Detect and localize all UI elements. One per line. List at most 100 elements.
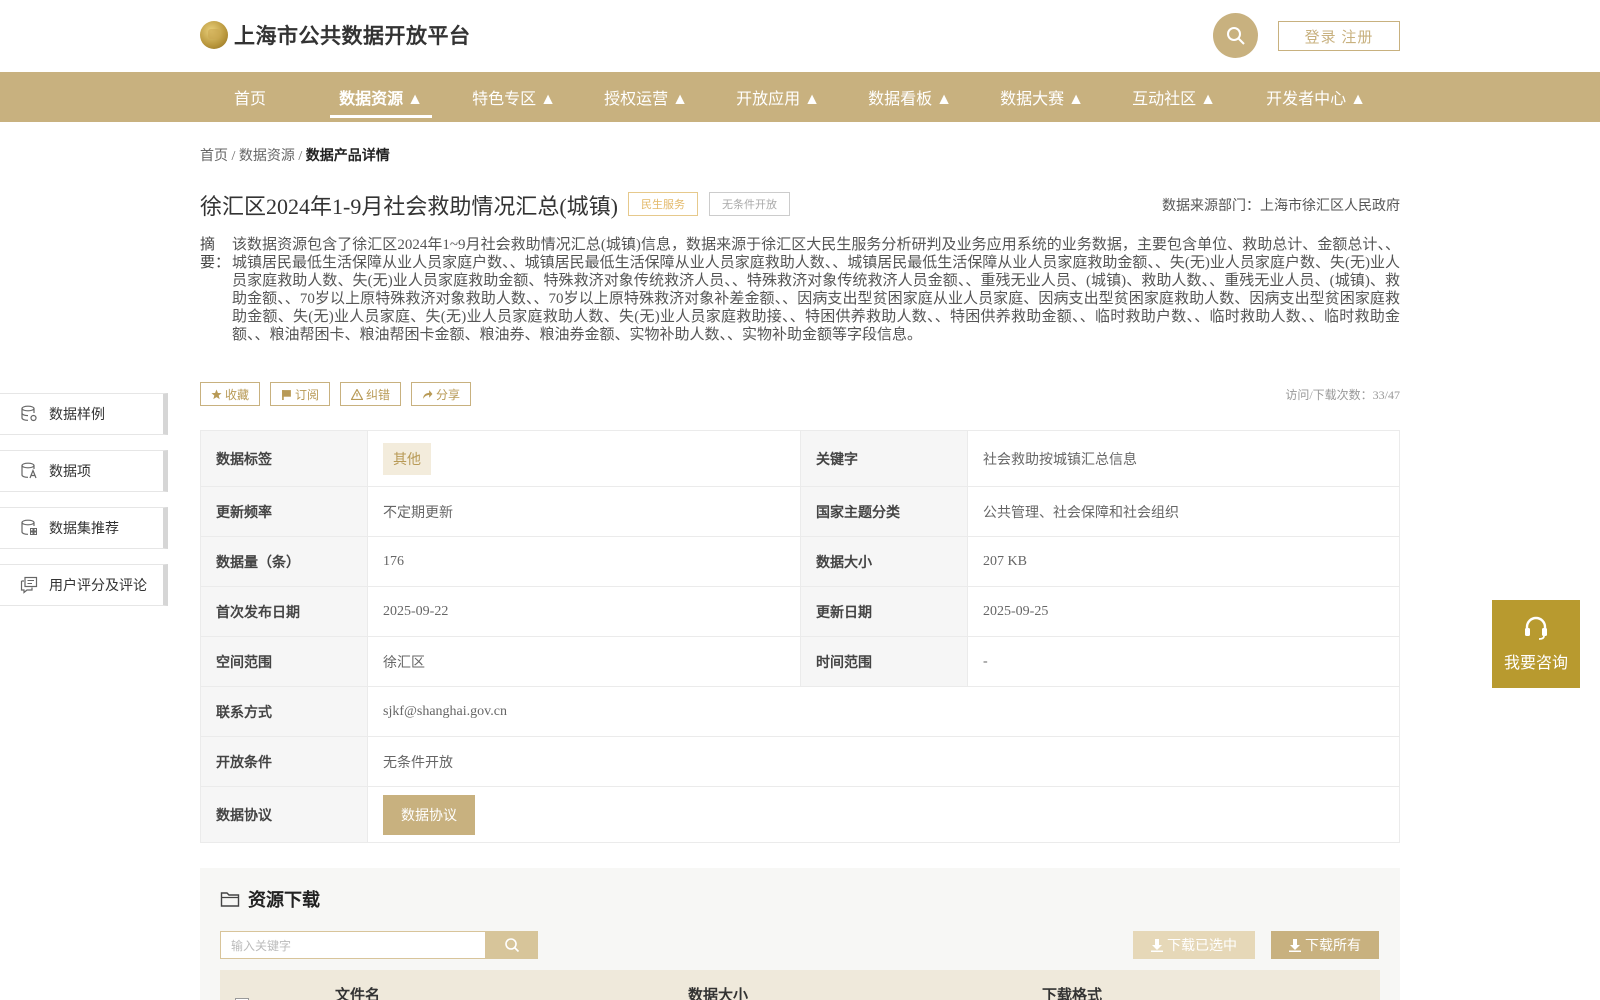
info-key: 更新日期 <box>800 586 968 637</box>
download-selected-label: 下载已选中 <box>1167 939 1237 954</box>
download-selected-button[interactable]: 下载已选中 <box>1133 931 1255 959</box>
table-row: 更新频率 不定期更新 国家主题分类 公共管理、社会保障和社会组织 <box>200 486 1400 537</box>
table-row: 数据量（条） 176 数据大小 207 KB <box>200 536 1400 587</box>
main-nav: 首页 数据资源 ▲ 特色专区 ▲ 授权运营 ▲ 开放应用 ▲ 数据看板 ▲ 数据… <box>0 72 1600 122</box>
site-logo[interactable]: 上海市公共数据开放平台 <box>200 20 471 50</box>
folder-icon <box>220 892 240 907</box>
keyword-search-input[interactable]: 输入关键字 <box>220 931 486 959</box>
download-icon <box>1289 938 1301 952</box>
nav-home[interactable]: 首页 <box>220 72 280 122</box>
side-item-data-fields[interactable]: 数据项 <box>0 450 168 492</box>
download-all-label: 下载所有 <box>1305 939 1361 954</box>
table-row: 首次发布日期 2025-09-22 更新日期 2025-09-25 <box>200 586 1400 637</box>
table-row: 数据标签 其他 关键字 社会救助按城镇汇总信息 <box>200 430 1400 487</box>
col-format: 下载格式 <box>1042 988 1103 1000</box>
data-tag-chip[interactable]: 其他 <box>383 442 431 475</box>
download-all-button[interactable]: 下载所有 <box>1271 931 1379 959</box>
side-item-label: 数据项 <box>49 465 91 480</box>
logo-icon <box>200 21 228 49</box>
side-item-dataset-recommend[interactable]: 数据集推荐 <box>0 507 168 549</box>
action-bar: 收藏 订阅 纠错 分享 <box>200 382 472 406</box>
search-icon <box>505 938 520 953</box>
site-title: 上海市公共数据开放平台 <box>234 25 471 48</box>
col-filename: 文件名 <box>335 988 381 1000</box>
info-value: 2025-09-25 <box>967 586 1400 637</box>
info-value: 数据协议 <box>367 786 1400 843</box>
consult-button[interactable]: 我要咨询 <box>1492 600 1580 688</box>
consult-label: 我要咨询 <box>1503 655 1568 672</box>
info-value: 不定期更新 <box>367 486 801 537</box>
login-register-button[interactable]: 登录 注册 <box>1278 21 1400 51</box>
file-table-header: 全选 文件名 数据大小 下载格式 <box>220 970 1380 1000</box>
download-icon <box>1151 938 1163 952</box>
summary-text: 该数据资源包含了徐汇区2024年1~9月社会救助情况汇总(城镇)信息，数据来源于… <box>232 237 1400 343</box>
share-icon <box>423 389 433 399</box>
favorite-label: 收藏 <box>225 387 250 402</box>
breadcrumb-separator: / <box>298 149 303 164</box>
info-key: 数据大小 <box>800 536 968 587</box>
star-icon <box>211 389 222 399</box>
database-icon <box>20 405 38 423</box>
info-value: 2025-09-22 <box>367 586 801 637</box>
favorite-button[interactable]: 收藏 <box>200 382 261 406</box>
info-value: 207 KB <box>967 536 1400 587</box>
info-key: 数据量（条） <box>200 536 368 587</box>
info-key: 首次发布日期 <box>200 586 368 637</box>
side-item-rating-comments[interactable]: 用户评分及评论 <box>0 564 168 606</box>
report-label: 纠错 <box>366 387 391 402</box>
breadcrumb-current: 数据产品详情 <box>305 149 390 164</box>
side-item-label: 数据样例 <box>49 408 105 423</box>
table-row: 开放条件 无条件开放 <box>200 736 1400 787</box>
source-department: 数据来源部门：上海市徐汇区人民政府 <box>1162 199 1400 214</box>
dataset-info-table: 数据标签 其他 关键字 社会救助按城镇汇总信息 更新频率 不定期更新 国家主题分… <box>200 430 1400 843</box>
subscribe-label: 订阅 <box>295 387 320 402</box>
nav-authorized-ops[interactable]: 授权运营 ▲ <box>598 72 694 122</box>
info-key: 开放条件 <box>200 736 368 787</box>
info-value: 无条件开放 <box>367 736 1400 787</box>
info-key: 空间范围 <box>200 636 368 687</box>
info-value: 徐汇区 <box>367 636 801 687</box>
nav-developer[interactable]: 开发者中心 ▲ <box>1262 72 1370 122</box>
visit-download-count: 访问/下载次数：33/47 <box>1285 388 1400 402</box>
info-key: 关键字 <box>800 430 968 487</box>
breadcrumb-home[interactable]: 首页 <box>200 149 228 164</box>
nav-data-resources[interactable]: 数据资源 ▲ <box>330 72 432 122</box>
search-icon <box>1226 26 1245 45</box>
warning-icon <box>351 388 364 400</box>
report-error-button[interactable]: 纠错 <box>340 382 402 406</box>
headset-icon <box>1525 616 1547 640</box>
section-title-text: 资源下载 <box>248 890 320 910</box>
category-badge: 民生服务 <box>628 192 698 216</box>
side-item-label: 用户评分及评论 <box>49 579 147 594</box>
keyword-search-button[interactable] <box>486 931 538 959</box>
side-item-label: 数据集推荐 <box>49 522 119 537</box>
nav-competition[interactable]: 数据大赛 ▲ <box>994 72 1090 122</box>
share-label: 分享 <box>436 387 461 402</box>
info-key: 联系方式 <box>200 686 368 737</box>
comment-icon <box>20 576 38 594</box>
nav-open-apps[interactable]: 开放应用 ▲ <box>730 72 826 122</box>
col-size: 数据大小 <box>688 988 749 1000</box>
info-value: 公共管理、社会保障和社会组织 <box>967 486 1400 537</box>
info-key: 数据协议 <box>200 786 368 843</box>
breadcrumb-section[interactable]: 数据资源 <box>239 149 295 164</box>
subscribe-button[interactable]: 订阅 <box>270 382 331 406</box>
share-button[interactable]: 分享 <box>411 382 472 406</box>
nav-featured[interactable]: 特色专区 ▲ <box>466 72 562 122</box>
nav-community[interactable]: 互动社区 ▲ <box>1126 72 1222 122</box>
side-item-data-sample[interactable]: 数据样例 <box>0 393 168 435</box>
nav-dashboard[interactable]: 数据看板 ▲ <box>862 72 958 122</box>
table-row: 数据协议 数据协议 <box>200 786 1400 843</box>
database-grid-icon <box>20 519 38 537</box>
flag-icon <box>282 389 291 400</box>
resource-download-section: 资源下载 输入关键字 下载已选中 下载所有 全选 文件名 数据大小 下载格式 <box>200 868 1400 1000</box>
data-protocol-button[interactable]: 数据协议 <box>383 794 475 835</box>
table-row: 联系方式 sjkf@shanghai.gov.cn <box>200 686 1400 737</box>
search-button[interactable] <box>1213 13 1258 58</box>
side-menu: 数据样例 数据项 数据集推荐 用户评分及评论 <box>0 393 168 621</box>
database-text-icon <box>20 462 38 480</box>
info-value: 176 <box>367 536 801 587</box>
info-value: 其他 <box>367 430 801 487</box>
info-key: 时间范围 <box>800 636 968 687</box>
open-status-badge: 无条件开放 <box>709 192 790 216</box>
